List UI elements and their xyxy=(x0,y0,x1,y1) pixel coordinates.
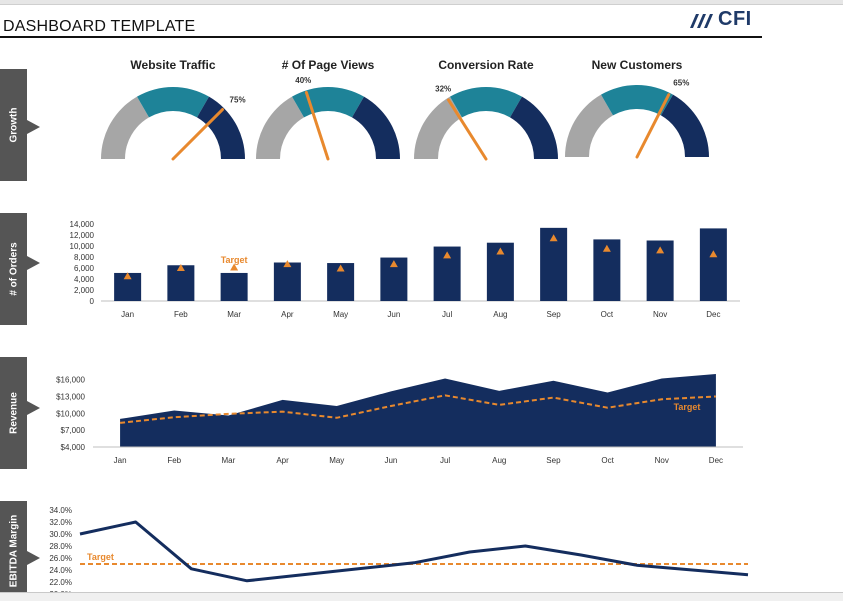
ebitda-y-tick-label: 22.0% xyxy=(49,578,72,587)
gauge-value-label: 75% xyxy=(230,95,246,104)
orders-y-tick-label: 4,000 xyxy=(74,275,95,284)
orders-bar xyxy=(273,262,301,301)
gauge-value-label: 65% xyxy=(673,79,689,88)
gauge-title: Conversion Rate xyxy=(438,58,534,72)
gauge-band-mid xyxy=(292,87,364,118)
ebitda-y-tick-label: 28.0% xyxy=(49,542,72,551)
gauge-band-low xyxy=(101,96,149,159)
ebitda-y-tick-label: 34.0% xyxy=(49,506,72,515)
orders-x-tick-label: Mar xyxy=(227,310,241,319)
revenue-x-tick-label: Apr xyxy=(276,456,289,465)
section-arrow-icon xyxy=(27,120,40,134)
orders-y-tick-label: 10,000 xyxy=(70,242,95,251)
gauge-band-mid xyxy=(450,87,522,118)
revenue-area xyxy=(120,374,716,447)
orders-bar xyxy=(699,228,727,301)
orders-y-tick-label: 2,000 xyxy=(74,286,95,295)
revenue-y-tick-label: $4,000 xyxy=(61,443,86,452)
gauge-title: # Of Page Views xyxy=(282,58,375,72)
revenue-x-tick-label: Mar xyxy=(222,456,236,465)
revenue-x-tick-label: Oct xyxy=(601,456,614,465)
gauge-band-mid xyxy=(601,85,673,116)
orders-x-tick-label: Sep xyxy=(547,310,562,319)
orders-bar xyxy=(220,272,248,301)
ebitda-y-tick-label: 32.0% xyxy=(49,518,72,527)
section-arrow-icon xyxy=(27,256,40,270)
ebitda-y-tick-label: 30.0% xyxy=(49,530,72,539)
orders-x-tick-label: Nov xyxy=(653,310,667,319)
orders-y-tick-label: 8,000 xyxy=(74,253,95,262)
orders-x-tick-label: Apr xyxy=(281,310,294,319)
revenue-y-tick-label: $13,000 xyxy=(56,392,85,401)
ebitda-line xyxy=(79,520,749,583)
gauge-band-high xyxy=(510,96,558,159)
revenue-y-tick-label: $10,000 xyxy=(56,409,85,418)
gauge-band-high xyxy=(352,96,400,159)
section-arrow-icon xyxy=(27,551,40,565)
gauge-value-label: 32% xyxy=(435,84,451,93)
orders-target-label: Target xyxy=(221,255,248,265)
orders-y-tick-label: 12,000 xyxy=(70,231,95,240)
revenue-x-tick-label: Aug xyxy=(492,456,506,465)
gauge-band-low xyxy=(256,96,304,159)
gauge-title: Website Traffic xyxy=(130,58,215,72)
orders-x-tick-label: Jan xyxy=(121,310,134,319)
revenue-x-tick-label: Feb xyxy=(167,456,181,465)
revenue-target-label: Target xyxy=(674,402,701,412)
revenue-x-tick-label: Nov xyxy=(655,456,669,465)
section-arrow-icon xyxy=(27,401,40,415)
gauge-band-low xyxy=(414,96,462,159)
gauge-title: New Customers xyxy=(592,58,683,72)
orders-x-tick-label: Aug xyxy=(493,310,507,319)
gauge-value-label: 40% xyxy=(295,76,311,85)
orders-x-tick-label: Jul xyxy=(442,310,452,319)
orders-y-tick-label: 0 xyxy=(90,297,95,306)
gauge-band-mid xyxy=(137,87,209,118)
orders-x-tick-label: Jun xyxy=(387,310,400,319)
ebitda-y-tick-label: 26.0% xyxy=(49,554,72,563)
revenue-x-tick-label: Dec xyxy=(709,456,723,465)
revenue-x-tick-label: Jan xyxy=(114,456,127,465)
revenue-x-tick-label: Sep xyxy=(546,456,561,465)
revenue-x-tick-label: May xyxy=(329,456,344,465)
revenue-x-tick-label: Jul xyxy=(440,456,450,465)
orders-y-tick-label: 6,000 xyxy=(74,264,95,273)
ebitda-target-label: Target xyxy=(87,552,114,562)
orders-x-tick-label: May xyxy=(333,310,348,319)
orders-x-tick-label: Feb xyxy=(174,310,188,319)
gauge-band-low xyxy=(565,94,613,157)
revenue-y-tick-label: $7,000 xyxy=(61,426,86,435)
orders-x-tick-label: Dec xyxy=(706,310,720,319)
orders-y-tick-label: 14,000 xyxy=(70,220,95,229)
revenue-x-tick-label: Jun xyxy=(384,456,397,465)
orders-x-tick-label: Oct xyxy=(601,310,614,319)
gauge-band-high xyxy=(661,94,709,157)
revenue-y-tick-label: $16,000 xyxy=(56,376,85,385)
dashboard-canvas: Website Traffic 75% # Of Page Views 40% Conv… xyxy=(27,58,749,599)
ebitda-y-tick-label: 24.0% xyxy=(49,566,72,575)
